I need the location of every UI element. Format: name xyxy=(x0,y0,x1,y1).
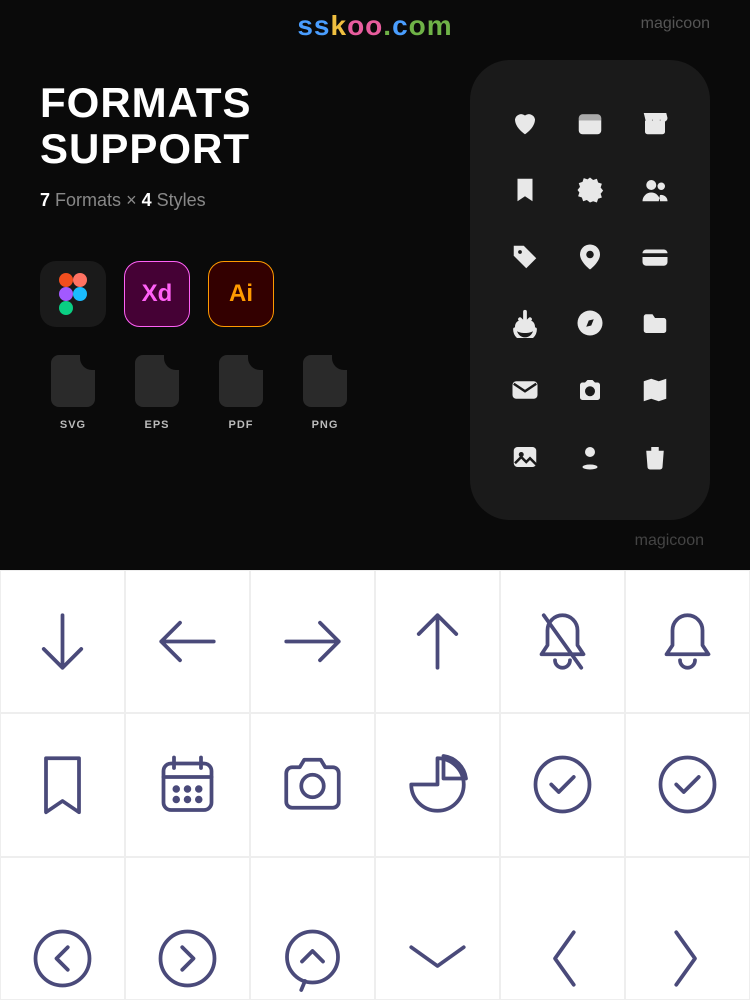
format-card-eps: EPS xyxy=(124,355,190,431)
bookmark-icon xyxy=(510,175,540,205)
heart-icon xyxy=(510,108,540,138)
folder-icon xyxy=(640,308,670,338)
bookmark-outline-icon xyxy=(25,747,100,822)
download-icon xyxy=(510,308,540,338)
adobe-xd-icon: Xd xyxy=(124,261,190,327)
tag-icon xyxy=(510,242,540,272)
arrow-left-icon xyxy=(150,604,225,679)
clock-check-icon xyxy=(650,747,725,822)
users-icon xyxy=(640,175,670,205)
format-card-pdf: PDF xyxy=(208,355,274,431)
compass-icon xyxy=(575,308,605,338)
store-icon xyxy=(640,108,670,138)
bell-icon xyxy=(650,604,725,679)
arrow-up-icon xyxy=(400,604,475,679)
camera-outline-icon xyxy=(275,747,350,822)
arrow-right-icon xyxy=(275,604,350,679)
discount-icon xyxy=(575,175,605,205)
format-card-svg: SVG xyxy=(40,355,106,431)
file-icon xyxy=(51,355,95,407)
trash-icon xyxy=(640,442,670,472)
pie-chart-icon xyxy=(400,747,475,822)
icon-outline-grid xyxy=(0,570,750,1000)
chevron-right-wide-icon xyxy=(650,921,725,996)
chevron-right-circle-icon xyxy=(150,921,225,996)
map-icon xyxy=(640,375,670,405)
adobe-illustrator-icon: Ai xyxy=(208,261,274,327)
card-icon xyxy=(640,242,670,272)
phone-preview xyxy=(470,60,710,520)
file-icon xyxy=(135,355,179,407)
image-icon xyxy=(510,442,540,472)
mail-icon xyxy=(510,375,540,405)
bell-off-icon xyxy=(525,604,600,679)
check-circle-icon xyxy=(525,747,600,822)
arrow-down-icon xyxy=(25,604,100,679)
location-icon xyxy=(575,442,605,472)
file-icon xyxy=(219,355,263,407)
brand-label-top: magicoon xyxy=(641,15,710,33)
figma-icon xyxy=(40,261,106,327)
chevron-up-speech-icon xyxy=(275,921,350,996)
chevron-down-wide-icon xyxy=(400,921,475,996)
format-card-png: PNG xyxy=(292,355,358,431)
calendar-icon xyxy=(575,108,605,138)
chevron-left-circle-icon xyxy=(25,921,100,996)
dark-promo-section: sskoo.com magicoon FORMATSSUPPORT 7 Form… xyxy=(0,0,750,570)
calendar-outline-icon xyxy=(150,747,225,822)
camera-icon xyxy=(575,375,605,405)
pin-icon xyxy=(575,242,605,272)
watermark-logo: sskoo.com xyxy=(297,10,452,42)
file-icon xyxy=(303,355,347,407)
chevron-left-wide-icon xyxy=(525,921,600,996)
brand-label-bottom: magicoon xyxy=(635,532,704,550)
